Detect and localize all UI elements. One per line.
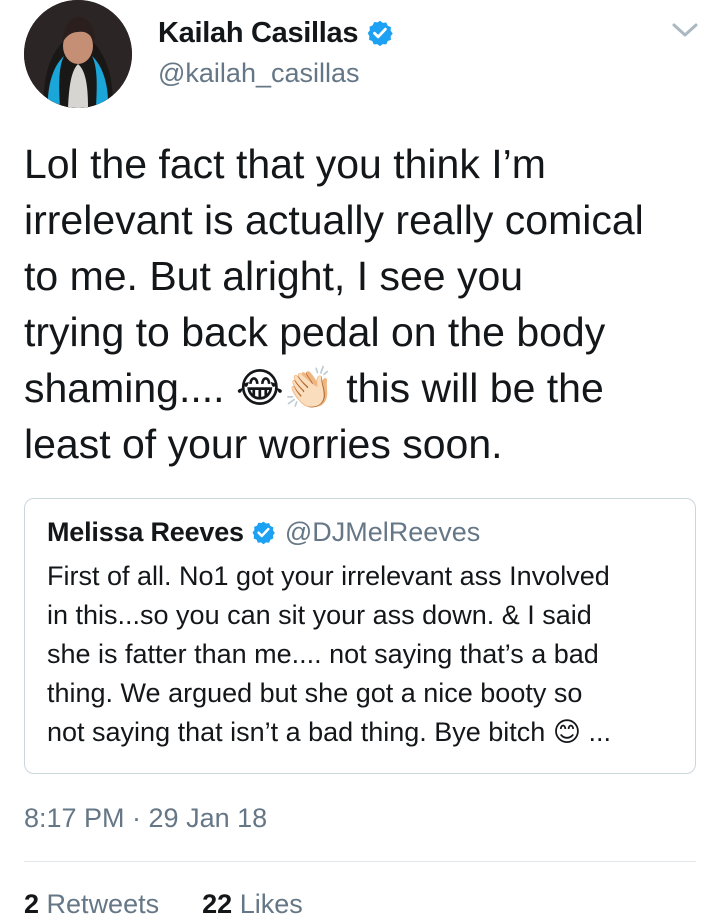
- retweets-label: Retweets: [46, 889, 160, 919]
- divider: [24, 861, 696, 862]
- avatar[interactable]: [24, 0, 132, 108]
- quoted-tweet-card[interactable]: Melissa Reeves @DJMelReeves First of all…: [24, 498, 696, 774]
- chevron-down-icon[interactable]: [671, 21, 699, 39]
- likes-label: Likes: [239, 889, 303, 919]
- engagement-stats: 2 Retweets 22 Likes: [24, 886, 696, 922]
- author-name-row: Kailah Casillas: [158, 14, 678, 52]
- retweets-stat[interactable]: 2 Retweets: [24, 889, 167, 919]
- author-name[interactable]: Kailah Casillas: [158, 14, 359, 52]
- quoted-tweet-text: First of all. No1 got your irrelevant as…: [47, 561, 611, 747]
- tweet-author: Kailah Casillas @kailah_casillas: [158, 14, 678, 90]
- quoted-tweet-header: Melissa Reeves @DJMelReeves: [47, 515, 480, 549]
- verified-badge-icon: [252, 521, 275, 544]
- quoted-author-name: Melissa Reeves: [47, 517, 244, 547]
- author-handle[interactable]: @kailah_casillas: [158, 56, 678, 90]
- tweet-text: Lol the fact that you think I’m irreleva…: [24, 141, 644, 467]
- quoted-author-handle: @DJMelReeves: [284, 517, 481, 547]
- tweet-timestamp[interactable]: 8:17 PM · 29 Jan 18: [24, 800, 267, 836]
- likes-count: 22: [202, 889, 233, 919]
- verified-badge-icon: [367, 20, 393, 47]
- likes-stat[interactable]: 22 Likes: [202, 889, 303, 919]
- retweets-count: 2: [24, 889, 40, 919]
